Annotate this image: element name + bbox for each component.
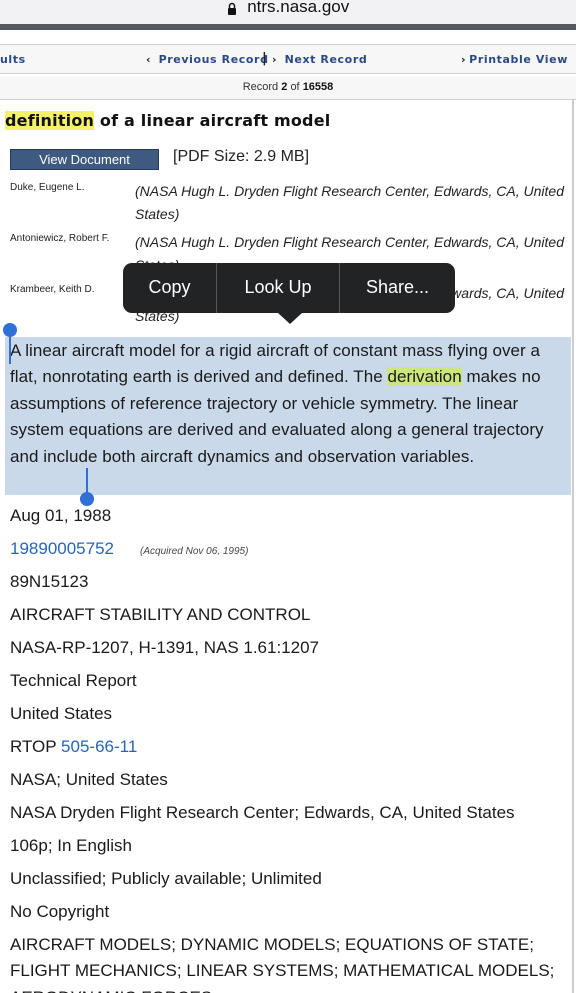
page-title: definition of a linear aircraft model xyxy=(5,111,330,130)
author-name: Duke, Eugene L. xyxy=(10,182,85,193)
content-border xyxy=(572,100,574,993)
printable-view-label: Printable View xyxy=(469,53,568,66)
copy-menu-item[interactable]: Copy xyxy=(123,263,216,313)
rtop-label: RTOP xyxy=(10,737,57,756)
text-context-menu: Copy Look Up Share... xyxy=(123,263,455,324)
pdf-size: [PDF Size: 2.9 MB] xyxy=(173,148,310,165)
author-affiliation: (NASA Hugh L. Dryden Flight Research Cen… xyxy=(135,183,565,222)
selection-end-caret xyxy=(86,468,88,494)
back-to-results-link[interactable]: ults xyxy=(0,53,26,66)
acquired-date: (Acquired Nov 06, 1995) xyxy=(140,546,249,557)
url-domain: ntrs.nasa.gov xyxy=(247,0,350,16)
funding: NASA; United States xyxy=(10,770,168,789)
menu-pointer xyxy=(278,313,302,324)
look-up-menu-item[interactable]: Look Up xyxy=(217,263,339,313)
next-record-label: Next Record xyxy=(284,53,368,66)
chevron-left-icon: ‹ xyxy=(146,53,152,66)
next-record-link[interactable]: › Next Record xyxy=(272,53,367,66)
record-navigation: ults ‹ Previous Record | › Next Record ›… xyxy=(0,44,576,74)
record-of: of xyxy=(290,81,300,93)
copyright: No Copyright xyxy=(10,902,110,921)
author-name: Krambeer, Keith D. xyxy=(10,284,95,295)
view-document-button[interactable]: View Document xyxy=(10,149,159,170)
accession-number: 89N15123 xyxy=(10,572,89,591)
rtop-link[interactable]: 505-66-11 xyxy=(61,737,137,756)
chevron-right-icon: › xyxy=(461,53,467,66)
abstract-text[interactable]: A linear aircraft model for a rigid airc… xyxy=(10,338,570,470)
selection-end-handle[interactable] xyxy=(80,492,94,506)
page-load-divider xyxy=(0,24,576,30)
lock-icon xyxy=(227,2,236,15)
author-name: Antoniewicz, Robert F. xyxy=(10,233,110,244)
document-id-row: 19890005752 (Acquired Nov 06, 1995) xyxy=(10,539,248,559)
document-id-link[interactable]: 19890005752 xyxy=(10,539,114,558)
record-counter: Record 2 of 16558 xyxy=(0,76,576,100)
record-prefix: Record xyxy=(242,81,279,93)
title-rest: of a linear aircraft model xyxy=(94,111,331,130)
previous-record-link[interactable]: ‹ Previous Record xyxy=(146,53,269,66)
rtop-row: RTOP 505-66-11 xyxy=(10,737,137,757)
record-index: 2 xyxy=(281,81,288,93)
abstract-search-highlight: derivation xyxy=(387,367,462,387)
record-total: 16558 xyxy=(302,81,334,93)
previous-record-label: Previous Record xyxy=(158,53,269,66)
pages-language: 106p; In English xyxy=(10,836,132,855)
title-search-highlight: definition xyxy=(5,111,95,130)
country: United States xyxy=(10,704,113,723)
subject-terms: AIRCRAFT MODELS; DYNAMIC MODELS; EQUATIO… xyxy=(10,935,555,993)
availability: Unclassified; Publicly available; Unlimi… xyxy=(10,869,322,888)
share-menu-item[interactable]: Share... xyxy=(340,263,455,313)
document-type: Technical Report xyxy=(10,671,137,690)
printable-view-link[interactable]: › Printable View xyxy=(461,53,568,66)
subject-category: AIRCRAFT STABILITY AND CONTROL xyxy=(10,605,311,624)
report-numbers: NASA-RP-1207, H-1391, NAS 1.61:1207 xyxy=(10,638,320,657)
organization: NASA Dryden Flight Research Center; Edwa… xyxy=(10,803,515,822)
nav-separator: | xyxy=(262,51,268,66)
selection-start-caret xyxy=(9,334,11,364)
publication-date: Aug 01, 1988 xyxy=(10,506,112,525)
chevron-right-icon: › xyxy=(272,53,278,66)
